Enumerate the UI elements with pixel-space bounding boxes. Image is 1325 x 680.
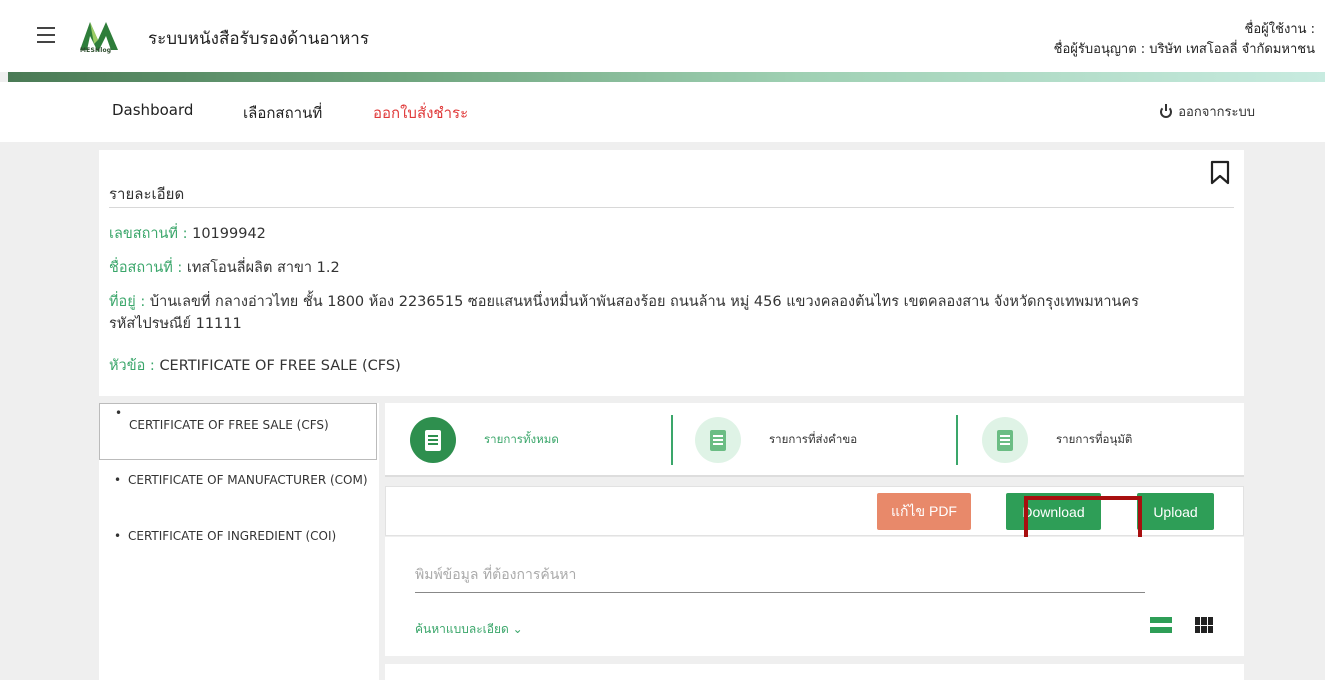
- certificate-item-cfs[interactable]: CERTIFICATE OF FREE SALE (CFS): [99, 403, 377, 460]
- document-icon: [410, 417, 456, 463]
- logo-text: MESHlog: [80, 47, 112, 54]
- certificate-item-coi[interactable]: CERTIFICATE OF INGREDIENT (COI): [99, 527, 377, 546]
- nav-select-place[interactable]: เลือกสถานที่: [243, 101, 322, 125]
- place-name-label: ชื่อสถานที่ :: [109, 260, 183, 276]
- logout-button[interactable]: ออกจากระบบ: [1160, 101, 1255, 122]
- certificate-label: CERTIFICATE OF MANUFACTURER (COM): [128, 473, 368, 487]
- stat-submitted-label: รายการที่ส่งคำขอ: [769, 432, 858, 446]
- app-header: MESHlog ระบบหนังสือรับรองด้านอาหาร ชื่อผ…: [0, 0, 1325, 72]
- bottom-panel: [385, 664, 1244, 680]
- address-label: ที่อยู่ :: [109, 294, 146, 310]
- place-no-field: เลขสถานที่ : 10199942: [109, 223, 1234, 245]
- address-field: ที่อยู่ : บ้านเลขที่ กลางอ่าวไทย ชั้น 18…: [109, 291, 1234, 335]
- stat-separator: [956, 415, 958, 465]
- place-no-label: เลขสถานที่ :: [109, 226, 188, 242]
- top-nav: Dashboard เลือกสถานที่ ออกใบสั่งชำระ ออก…: [0, 82, 1325, 142]
- user-info: ชื่อผู้ใช้งาน : ชื่อผู้รับอนุญาต : บริษั…: [1054, 20, 1315, 60]
- grid-view-icon[interactable]: [1195, 617, 1213, 633]
- advanced-search-link[interactable]: ค้นหาแบบละเอียด ⌄: [415, 620, 523, 639]
- download-button[interactable]: Download: [1006, 493, 1101, 530]
- certificate-item-com[interactable]: CERTIFICATE OF MANUFACTURER (COM): [99, 471, 377, 490]
- detail-card: รายละเอียด เลขสถานที่ : 10199942 ชื่อสถา…: [99, 150, 1244, 396]
- header-accent-bar: [8, 72, 1325, 82]
- place-name-value: เทสโอนลี่ผลิต สาขา 1.2: [186, 260, 340, 276]
- topic-value: CERTIFICATE OF FREE SALE (CFS): [159, 358, 401, 374]
- search-area: ค้นหาแบบละเอียด ⌄: [385, 537, 1244, 656]
- list-view-icon[interactable]: [1150, 617, 1172, 633]
- document-icon: [982, 417, 1028, 463]
- action-bar: แก้ไข PDF Download Upload: [385, 486, 1244, 536]
- certificate-label: CERTIFICATE OF FREE SALE (CFS): [129, 418, 329, 432]
- app-title: ระบบหนังสือรับรองด้านอาหาร: [148, 29, 369, 49]
- topic-label: หัวข้อ :: [109, 358, 155, 374]
- stat-separator: [671, 415, 673, 465]
- stat-all-label: รายการทั้งหมด: [484, 432, 559, 446]
- search-input[interactable]: [415, 557, 1145, 593]
- stat-approved-label: รายการที่อนุมัติ: [1056, 432, 1133, 446]
- certificate-list: CERTIFICATE OF FREE SALE (CFS) CERTIFICA…: [99, 403, 379, 680]
- detail-divider: [109, 207, 1234, 208]
- power-icon: [1160, 103, 1173, 118]
- detail-title: รายละเอียด: [109, 185, 185, 203]
- logout-label: ออกจากระบบ: [1178, 105, 1255, 120]
- place-name-field: ชื่อสถานที่ : เทสโอนลี่ผลิต สาขา 1.2: [109, 257, 1234, 279]
- user-label: ชื่อผู้ใช้งาน :: [1244, 22, 1315, 37]
- edit-pdf-button[interactable]: แก้ไข PDF: [877, 493, 971, 530]
- menu-icon[interactable]: [37, 27, 55, 43]
- stat-all[interactable]: รายการทั้งหมด: [410, 413, 559, 467]
- stats-row: รายการทั้งหมด รายการที่ส่งคำขอ รายการที่…: [385, 403, 1244, 477]
- nav-dashboard[interactable]: Dashboard: [112, 101, 193, 119]
- address-value: บ้านเลขที่ กลางอ่าวไทย ชั้น 1800 ห้อง 22…: [149, 294, 1139, 310]
- nav-payment-order[interactable]: ออกใบสั่งชำระ: [373, 101, 468, 125]
- topic-field: หัวข้อ : CERTIFICATE OF FREE SALE (CFS): [109, 355, 1234, 377]
- refresh-document-icon: [695, 417, 741, 463]
- upload-button[interactable]: Upload: [1137, 493, 1214, 530]
- bookmark-icon[interactable]: [1210, 160, 1230, 186]
- stat-approved[interactable]: รายการที่อนุมัติ: [982, 413, 1132, 467]
- postal-value: รหัสไปรษณีย์ 11111: [109, 316, 242, 332]
- stat-submitted[interactable]: รายการที่ส่งคำขอ: [695, 413, 857, 467]
- place-no-value: 10199942: [192, 226, 266, 242]
- certificate-label: CERTIFICATE OF INGREDIENT (COI): [128, 529, 337, 543]
- licensee-label: ชื่อผู้รับอนุญาต : บริษัท เทสโอลลี่ จำกั…: [1053, 42, 1315, 57]
